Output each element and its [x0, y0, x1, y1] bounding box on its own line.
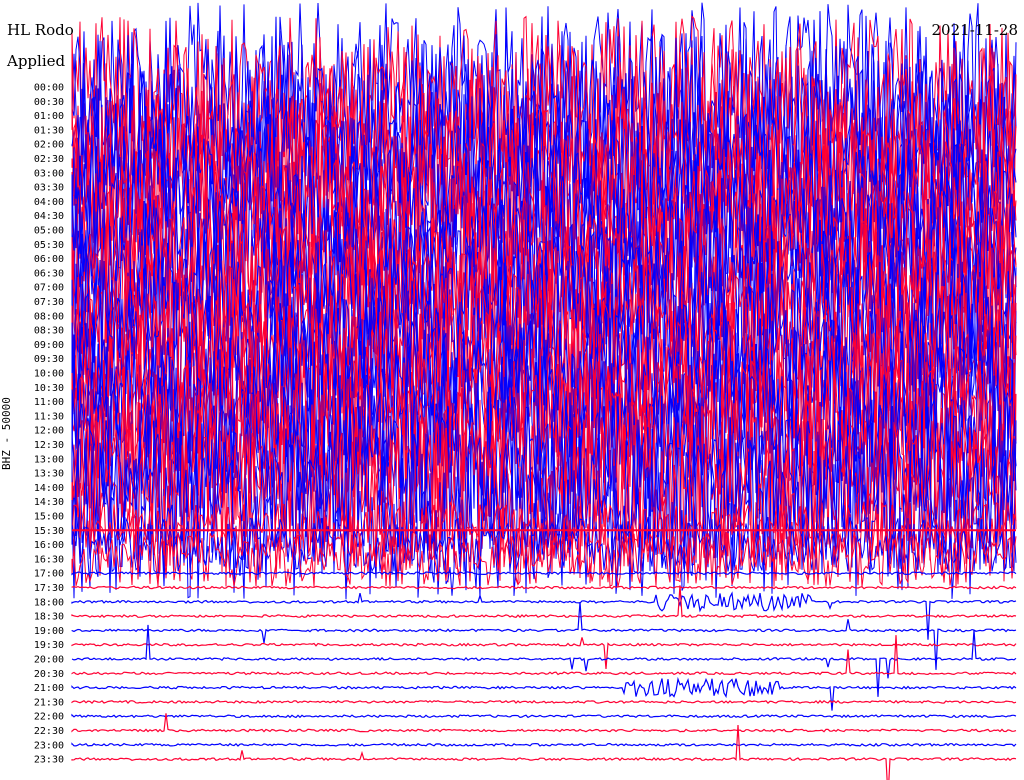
time-label-1730: 17:30 [34, 583, 64, 594]
trace-row-2300 [71, 742, 1017, 747]
channel-label: BHZ - 50000 [0, 397, 13, 470]
time-label-2100: 21:00 [34, 683, 64, 694]
trace-row-2000 [71, 624, 1017, 697]
trace-row-2330 [71, 724, 1017, 780]
time-label-1530: 15:30 [34, 526, 64, 537]
trace-row-2030 [71, 635, 1017, 676]
time-label-0800: 08:00 [34, 311, 64, 322]
time-label-0300: 03:00 [34, 168, 64, 179]
time-label-0700: 07:00 [34, 283, 64, 294]
time-label-0130: 01:30 [34, 125, 64, 136]
time-label-2330: 23:30 [34, 755, 64, 766]
time-label-1330: 13:30 [34, 469, 64, 480]
time-label-0000: 00:00 [34, 83, 64, 94]
time-label-1830: 18:30 [34, 612, 64, 623]
time-label-1200: 12:00 [34, 426, 64, 437]
time-label-2130: 21:30 [34, 697, 64, 708]
trace-row-2130 [71, 699, 1017, 705]
trace-row-1700 [71, 571, 1017, 576]
time-label-0500: 05:00 [34, 226, 64, 237]
trace-row-2100 [71, 676, 1017, 711]
time-label-1400: 14:00 [34, 483, 64, 494]
time-label-0200: 02:00 [34, 140, 64, 151]
time-label-1700: 17:00 [34, 569, 64, 580]
trace-row-2200 [71, 713, 1017, 719]
trace-row-1930 [71, 637, 1017, 670]
station-title: HL Rodo [7, 21, 74, 39]
time-label-0600: 06:00 [34, 254, 64, 265]
time-label-0100: 01:00 [34, 111, 64, 122]
time-label-1000: 10:00 [34, 369, 64, 380]
time-label-1300: 13:00 [34, 454, 64, 465]
time-label-1130: 11:30 [34, 411, 64, 422]
time-label-0330: 03:30 [34, 183, 64, 194]
time-label-1900: 19:00 [34, 626, 64, 637]
time-label-0030: 00:30 [34, 97, 64, 108]
time-label-1800: 18:00 [34, 597, 64, 608]
time-label-0400: 04:00 [34, 197, 64, 208]
time-label-1100: 11:00 [34, 397, 64, 408]
time-label-0430: 04:30 [34, 211, 64, 222]
helicorder-plot: 00:00 00:30 01:00 01:30 02:00 02:30 03:00 03:30… [34, 2, 1017, 780]
filter-subtitle: Applied [7, 52, 66, 70]
time-label-1930: 19:30 [34, 640, 64, 651]
trace-row-1730 [71, 585, 1017, 590]
time-label-2000: 20:00 [34, 655, 64, 666]
time-label-0830: 08:30 [34, 326, 64, 337]
time-label-0730: 07:30 [34, 297, 64, 308]
time-label-0930: 09:30 [34, 354, 64, 365]
time-label-1500: 15:00 [34, 512, 64, 523]
time-label-0230: 02:30 [34, 154, 64, 165]
time-label-2300: 23:00 [34, 740, 64, 751]
trace-lines [71, 2, 1017, 780]
time-label-1600: 16:00 [34, 540, 64, 551]
time-label-2030: 20:30 [34, 669, 64, 680]
time-label-1430: 14:30 [34, 497, 64, 508]
time-label-2230: 22:30 [34, 726, 64, 737]
time-label-0900: 09:00 [34, 340, 64, 351]
time-label-1030: 10:30 [34, 383, 64, 394]
time-label-0630: 06:30 [34, 268, 64, 279]
date-title: 2021-11-28 [931, 21, 1018, 39]
time-label-2200: 22:00 [34, 712, 64, 723]
time-tick-labels: 00:00 00:30 01:00 01:30 02:00 02:30 03:00 03:30… [34, 83, 64, 766]
time-label-1230: 12:30 [34, 440, 64, 451]
time-label-1630: 16:30 [34, 554, 64, 565]
time-label-0530: 05:30 [34, 240, 64, 251]
